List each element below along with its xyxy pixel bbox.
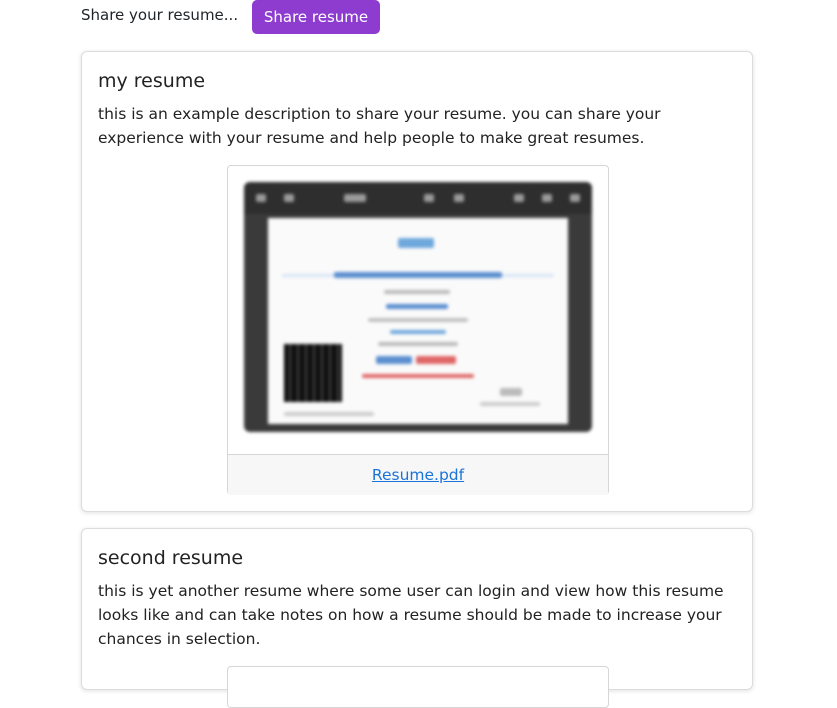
- resume-title: second resume: [98, 547, 244, 569]
- resume-title: my resume: [98, 70, 206, 92]
- share-resume-button[interactable]: Share resume: [252, 0, 380, 34]
- pdf-thumbnail[interactable]: [228, 166, 608, 454]
- resume-file-link[interactable]: Resume.pdf: [372, 466, 464, 484]
- resume-file-preview[interactable]: Resume.pdf: [227, 165, 609, 495]
- share-prompt-text: Share your resume...: [81, 6, 239, 24]
- resume-description: this is yet another resume where some us…: [98, 582, 724, 648]
- pdf-viewer-image: [244, 182, 592, 432]
- file-footer: Resume.pdf: [228, 454, 608, 495]
- resume-file-preview[interactable]: [227, 666, 609, 708]
- resume-card: my resume this is an example description…: [81, 51, 753, 512]
- resume-card: second resume this is yet another resume…: [81, 528, 753, 708]
- resume-description: this is an example description to share …: [98, 105, 661, 147]
- share-bar: Share your resume...: [81, 0, 238, 36]
- pdf-page-image: [268, 218, 568, 424]
- pdf-toolbar-image: [244, 182, 592, 214]
